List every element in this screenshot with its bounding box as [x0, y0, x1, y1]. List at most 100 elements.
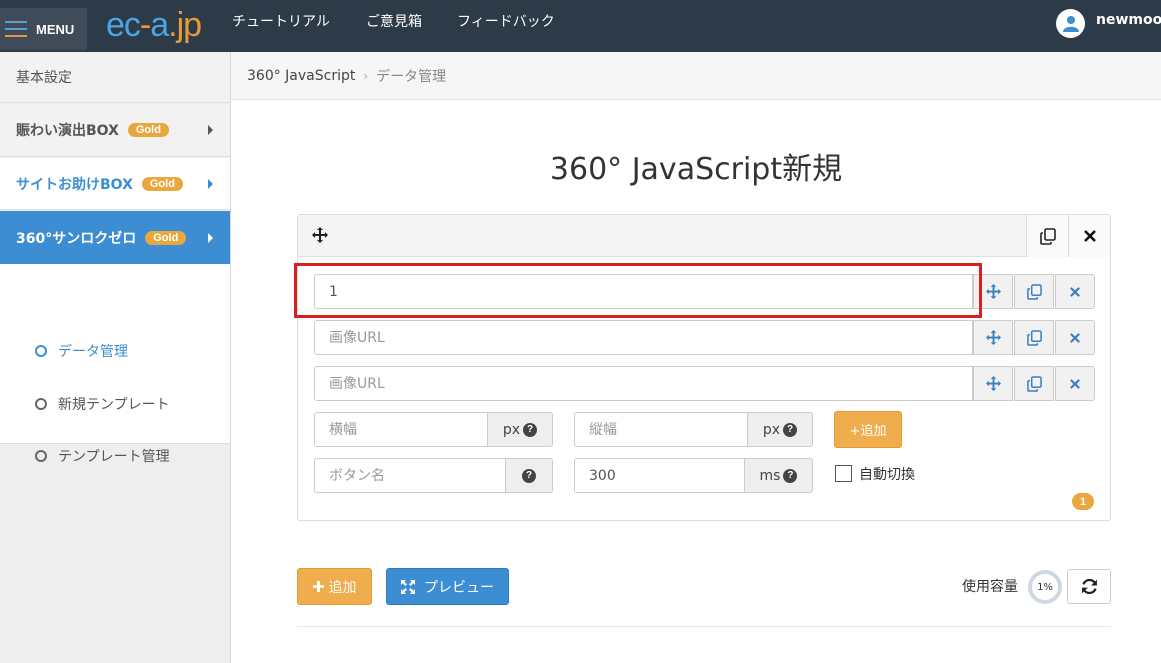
submenu-item-data-management[interactable]: データ管理 [35, 341, 128, 361]
row3-copy-button[interactable] [1014, 366, 1054, 401]
row3-move-button[interactable] [973, 366, 1013, 401]
refresh-button[interactable] [1067, 569, 1111, 604]
width-input[interactable] [314, 412, 488, 447]
divider [297, 626, 1111, 627]
preview-button-label: プレビュー [424, 579, 494, 596]
usage-ring: 1% [1028, 570, 1062, 604]
logo-part-a: a [150, 6, 169, 44]
page-title: 360° JavaScript新規 [549, 152, 843, 187]
close-icon [1070, 286, 1080, 297]
gold-badge: Gold [127, 123, 169, 137]
add-button[interactable]: 追加 [297, 568, 372, 605]
hamburger-icon [5, 21, 27, 37]
refresh-icon [1081, 578, 1097, 595]
px-unit-label: px [762, 421, 781, 438]
help-icon[interactable]: ? [523, 422, 538, 437]
sidebar-item-label: サイトお助けBOX [16, 176, 133, 193]
submenu-item-template-management[interactable]: テンプレート管理 [35, 446, 170, 466]
plus-icon [312, 581, 324, 592]
interval-unit-addon: ms? [745, 458, 813, 493]
sidebar-item-label: 360°サンロクゼロ [16, 230, 137, 247]
close-icon [1070, 332, 1080, 343]
sidebar-item-nigiwai-box[interactable]: 賑わい演出BOX Gold [0, 104, 230, 157]
count-badge: 1 [1072, 493, 1094, 510]
circle-icon [35, 345, 47, 357]
height-unit-addon: px? [748, 412, 813, 447]
auto-switch-checkbox[interactable] [835, 465, 852, 482]
help-icon[interactable]: ? [783, 468, 798, 483]
copy-icon [1026, 375, 1042, 392]
circle-icon [35, 398, 47, 410]
ms-unit-label: ms [759, 467, 781, 484]
move-icon [985, 376, 1001, 391]
breadcrumb: 360° JavaScript › データ管理 [231, 52, 1161, 100]
nav-feedback-box[interactable]: ご意見箱 [366, 0, 422, 44]
move-icon [985, 284, 1001, 299]
usage-value: 1% [1037, 581, 1053, 593]
image-url-input-1[interactable] [314, 320, 973, 355]
copy-icon [1026, 283, 1042, 300]
row1-delete-button[interactable] [1055, 274, 1095, 309]
row2-copy-button[interactable] [1014, 320, 1054, 355]
row2-delete-button[interactable] [1055, 320, 1095, 355]
copy-icon [1026, 329, 1042, 346]
preview-button[interactable]: プレビュー [386, 568, 509, 605]
submenu-item-new-template[interactable]: 新規テンプレート [35, 394, 170, 414]
submenu-item-label: テンプレート管理 [58, 449, 170, 465]
user-avatar-icon[interactable] [1056, 9, 1085, 38]
breadcrumb-current: データ管理 [376, 68, 447, 85]
image-url-input-2[interactable] [314, 366, 973, 401]
logo[interactable]: ec-a.jp [106, 5, 202, 45]
px-unit-label: px [502, 421, 521, 438]
caret-right-icon [208, 125, 213, 135]
logo-part-ec: ec [106, 6, 141, 44]
add-button-label: 追加 [328, 579, 357, 596]
submenu-item-label: データ管理 [58, 344, 128, 360]
panel-header [298, 215, 1110, 257]
breadcrumb-separator-icon: › [363, 68, 369, 83]
top-bar: MENU ec-a.jp チュートリアル ご意見箱 フィードバック newmoo… [0, 0, 1161, 52]
sidebar-item-360-sanroku-zero[interactable]: 360°サンロクゼロ Gold [0, 211, 230, 264]
expand-icon [401, 579, 415, 594]
caret-right-icon [208, 178, 213, 189]
sidebar-item-label: 基本設定 [16, 70, 72, 86]
help-icon[interactable]: ? [522, 468, 536, 483]
nav-feedback[interactable]: フィードバック [457, 0, 555, 44]
circle-icon [35, 450, 47, 462]
gold-badge: Gold [141, 176, 183, 191]
copy-icon [1039, 227, 1056, 245]
nav-tutorial[interactable]: チュートリアル [232, 0, 330, 44]
button-name-help-addon: ? [506, 458, 553, 493]
submenu-item-label: 新規テンプレート [58, 397, 170, 413]
caret-right-icon [208, 232, 213, 243]
row1-copy-button[interactable] [1014, 274, 1054, 309]
logo-dash: - [139, 6, 151, 44]
help-icon[interactable]: ? [783, 422, 798, 437]
menu-label: MENU [36, 21, 75, 37]
breadcrumb-parent[interactable]: 360° JavaScript [247, 68, 355, 84]
sidebar: 基本設定 賑わい演出BOX Gold サイトお助けBOX Gold 360°サン… [0, 52, 231, 663]
panel-copy-button[interactable] [1026, 215, 1068, 257]
close-icon [1070, 378, 1080, 389]
menu-button[interactable]: MENU [0, 8, 87, 50]
row3-delete-button[interactable] [1055, 366, 1095, 401]
gold-badge: Gold [145, 230, 187, 245]
move-icon[interactable] [312, 227, 328, 247]
usage-label: 使用容量 [962, 579, 1018, 595]
slide-panel: px? px? +追加 ? ms? 自動切換 1 [297, 214, 1111, 521]
auto-switch-label[interactable]: 自動切換 [859, 464, 915, 484]
logo-part-jp: .jp [168, 6, 202, 44]
height-input[interactable] [574, 412, 748, 447]
interval-input[interactable] [574, 458, 745, 493]
row1-move-button[interactable] [973, 274, 1013, 309]
close-icon [1083, 230, 1096, 242]
add-row-button[interactable]: +追加 [834, 411, 902, 448]
main-content: 360° JavaScript › データ管理 360° JavaScript新… [231, 52, 1161, 663]
panel-close-button[interactable] [1068, 215, 1110, 257]
sidebar-item-site-otasuke-box[interactable]: サイトお助けBOX Gold [0, 158, 230, 210]
button-name-input[interactable] [314, 458, 506, 493]
slide-value-input[interactable] [314, 274, 973, 309]
sidebar-item-basic-settings[interactable]: 基本設定 [0, 52, 230, 103]
user-name[interactable]: newmoon [1096, 12, 1161, 28]
row2-move-button[interactable] [973, 320, 1013, 355]
